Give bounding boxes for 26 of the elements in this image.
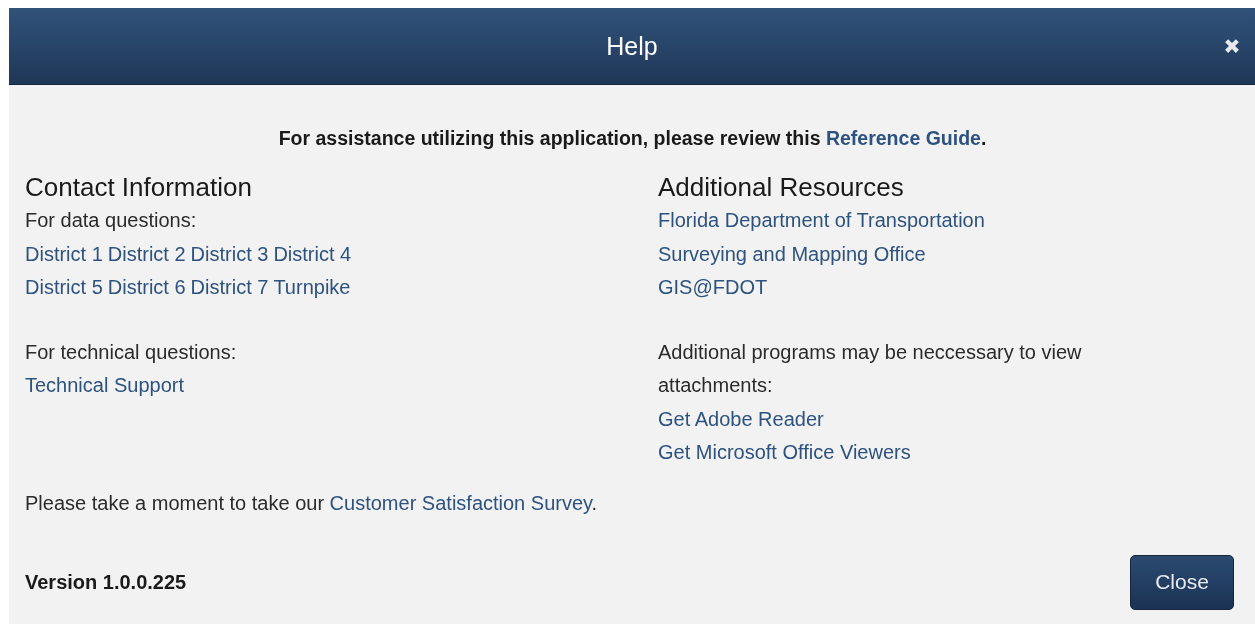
note-text: Additional programs may be neccessary to view attachments: bbox=[658, 339, 1083, 398]
label-text: For data questions: bbox=[25, 208, 198, 233]
close-button[interactable]: Close bbox=[1130, 554, 1234, 610]
survey-link[interactable]: Customer Satisfaction Survey bbox=[329, 491, 592, 514]
district-link[interactable]: District 2 bbox=[107, 237, 186, 271]
resource-link[interactable]: Florida Department of Transportation bbox=[658, 209, 985, 231]
survey-text: Please take a moment to take our Customer Satisfaction Survey. bbox=[25, 490, 599, 516]
district-link[interactable]: District 4 bbox=[273, 237, 352, 271]
district-link[interactable]: District 6 bbox=[107, 271, 186, 305]
reference-guide-link[interactable]: Reference Guide bbox=[825, 127, 981, 149]
download-link[interactable]: Get Adobe Reader bbox=[658, 407, 824, 430]
download-link[interactable]: Get Microsoft Office Viewers bbox=[658, 441, 911, 463]
section-heading: Contact Information bbox=[25, 171, 253, 204]
district-link[interactable]: District 1 bbox=[25, 237, 103, 271]
resource-link[interactable]: Surveying and Mapping Office bbox=[658, 242, 926, 265]
support-link[interactable]: Technical Support bbox=[25, 374, 184, 396]
district-link[interactable]: Turnpike bbox=[273, 271, 351, 305]
district-link[interactable]: District 3 bbox=[190, 237, 269, 271]
intro-text: For assistance utilizing this application, please review this Reference Guide. bbox=[277, 126, 988, 151]
version-text: Version 1.0.0.225 bbox=[25, 570, 187, 594]
section-heading: Additional Resources bbox=[658, 171, 905, 204]
label-text: For technical questions: bbox=[25, 339, 238, 365]
district-link[interactable]: District 7 bbox=[190, 271, 269, 305]
district-link[interactable]: District 5 bbox=[25, 271, 103, 305]
dialog-title: Help bbox=[606, 31, 658, 61]
resource-link[interactable]: GIS@FDOT bbox=[658, 276, 768, 298]
